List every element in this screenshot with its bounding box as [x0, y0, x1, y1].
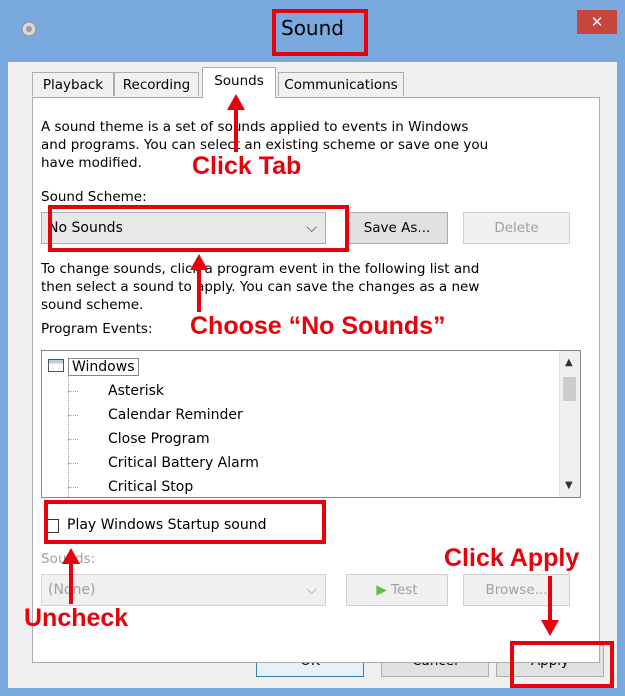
list-item[interactable]: Calendar Reminder	[108, 403, 243, 427]
change-text-line-2: then select a sound to apply. You can sa…	[41, 279, 480, 295]
delete-button[interactable]: Delete	[463, 212, 570, 244]
click-apply-arrow-icon	[541, 620, 559, 636]
dialog-client-area: Playback Recording Sounds Communications…	[8, 62, 617, 688]
change-text-line-3: sound scheme.	[41, 297, 144, 313]
list-item-windows[interactable]: Windows	[48, 355, 139, 379]
tab-recording[interactable]: Recording	[114, 72, 199, 96]
apply-highlight-box	[510, 641, 614, 688]
play-icon: ▶	[376, 582, 387, 598]
close-icon: ✕	[590, 13, 604, 31]
sounds-tab-panel: A sound theme is a set of sounds applied…	[32, 97, 600, 663]
title-highlight-box	[272, 9, 368, 56]
save-as-button[interactable]: Save As...	[346, 212, 448, 244]
list-item[interactable]: Close Program	[108, 427, 210, 451]
program-events-list[interactable]: Windows Asterisk Calendar Reminder Close…	[41, 350, 581, 498]
checkbox-highlight-box	[44, 500, 326, 544]
click-apply-annotation: Click Apply	[444, 544, 580, 572]
change-text-line-1: To change sounds, click a program event …	[41, 261, 480, 277]
list-item[interactable]: Critical Stop	[108, 475, 193, 497]
uncheck-annotation: Uncheck	[24, 604, 129, 632]
list-item[interactable]: Asterisk	[108, 379, 164, 403]
close-button[interactable]: ✕	[577, 10, 617, 34]
intro-text-line-1: A sound theme is a set of sounds applied…	[41, 119, 469, 135]
tab-communications[interactable]: Communications	[278, 72, 404, 96]
intro-text-line-3: have modified.	[41, 155, 142, 171]
test-button[interactable]: ▶ Test	[346, 574, 448, 606]
tab-playback[interactable]: Playback	[32, 72, 114, 96]
sounds-dropdown[interactable]: (None) ⌵	[41, 574, 326, 606]
folder-icon	[48, 359, 64, 372]
sound-dialog: Sound ✕ Playback Recording Sounds Commun…	[0, 0, 625, 696]
sound-scheme-label: Sound Scheme:	[41, 189, 147, 205]
scheme-highlight-box	[48, 205, 349, 252]
chevron-down-icon: ⌵	[306, 582, 317, 598]
program-events-label: Program Events:	[41, 321, 153, 337]
click-tab-annotation: Click Tab	[192, 152, 302, 180]
browse-button[interactable]: Browse...	[463, 574, 570, 606]
scroll-thumb[interactable]	[563, 377, 576, 401]
scroll-up-icon[interactable]: ▲	[565, 357, 573, 368]
list-item[interactable]: Critical Battery Alarm	[108, 451, 259, 475]
events-scrollbar[interactable]: ▲ ▼	[559, 351, 580, 497]
choose-no-sounds-annotation: Choose “No Sounds”	[190, 312, 446, 340]
scroll-down-icon[interactable]: ▼	[565, 480, 573, 491]
